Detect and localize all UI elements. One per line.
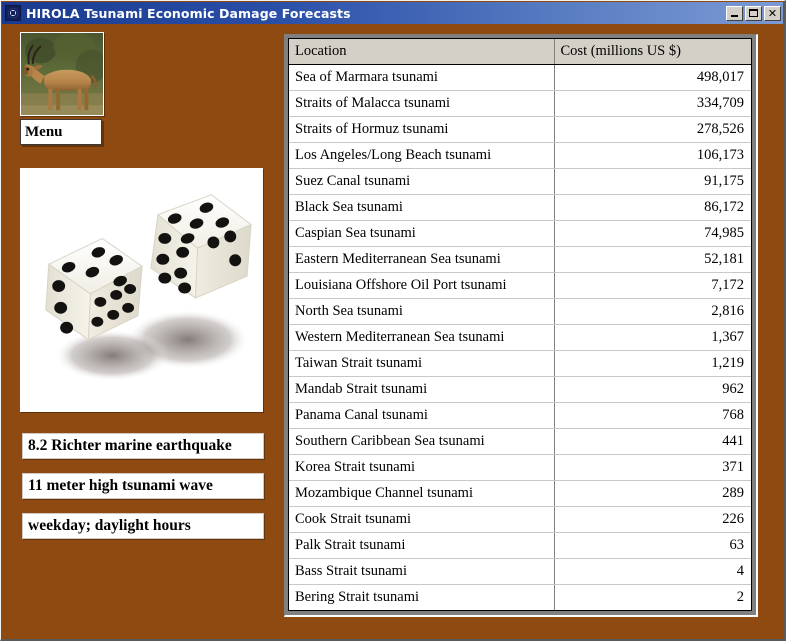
cell-cost: 226 <box>554 506 751 533</box>
cell-cost: 334,709 <box>554 90 751 117</box>
dice-photo <box>20 168 263 412</box>
cell-cost: 498,017 <box>554 64 751 91</box>
minimize-icon <box>731 14 738 17</box>
table-row[interactable]: Southern Caribbean Sea tsunami 441 <box>289 428 751 455</box>
cell-cost: 74,985 <box>554 220 751 247</box>
maximize-icon <box>749 9 758 17</box>
app-icon <box>5 5 21 21</box>
maximize-button[interactable] <box>745 5 762 21</box>
table-row[interactable]: Eastern Mediterranean Sea tsunami 52,181 <box>289 246 751 273</box>
table-row[interactable]: Los Angeles/Long Beach tsunami 106,173 <box>289 142 751 169</box>
table-row[interactable]: Korea Strait tsunami 371 <box>289 454 751 481</box>
cell-location: Black Sea tsunami <box>289 194 555 221</box>
table-row[interactable]: Suez Canal tsunami 91,175 <box>289 168 751 195</box>
antelope-photo-graphic <box>21 33 103 115</box>
results-table-container[interactable]: Location Cost (millions US $) Sea of Mar… <box>288 38 752 611</box>
table-row[interactable]: Louisiana Offshore Oil Port tsunami 7,172 <box>289 272 751 299</box>
cell-cost: 289 <box>554 480 751 507</box>
cell-location: Bass Strait tsunami <box>289 558 555 585</box>
scenario-field-wave[interactable]: 11 meter high tsunami wave <box>22 473 264 499</box>
cell-location: Los Angeles/Long Beach tsunami <box>289 142 555 169</box>
dice-photo-graphic <box>21 169 262 411</box>
minimize-button[interactable] <box>726 5 743 21</box>
cell-cost: 278,526 <box>554 116 751 143</box>
cell-location: Korea Strait tsunami <box>289 454 555 481</box>
close-button[interactable]: ✕ <box>764 5 781 21</box>
cell-location: Caspian Sea tsunami <box>289 220 555 247</box>
window-title: HIROLA Tsunami Economic Damage Forecasts <box>26 5 351 21</box>
table-row[interactable]: Mozambique Channel tsunami 289 <box>289 480 751 507</box>
cell-cost: 1,219 <box>554 350 751 377</box>
cell-location: Southern Caribbean Sea tsunami <box>289 428 555 455</box>
cell-location: Straits of Malacca tsunami <box>289 90 555 117</box>
cell-cost: 106,173 <box>554 142 751 169</box>
cell-location: Mozambique Channel tsunami <box>289 480 555 507</box>
cell-location: Palk Strait tsunami <box>289 532 555 559</box>
scenario-field-earthquake[interactable]: 8.2 Richter marine earthquake <box>22 433 264 459</box>
column-header-cost[interactable]: Cost (millions US $) <box>554 39 751 65</box>
cell-location: Eastern Mediterranean Sea tsunami <box>289 246 555 273</box>
forecast-table: Location Cost (millions US $) Sea of Mar… <box>289 39 751 610</box>
cell-location: Mandab Strait tsunami <box>289 376 555 403</box>
table-row[interactable]: Taiwan Strait tsunami 1,219 <box>289 350 751 377</box>
cell-cost: 86,172 <box>554 194 751 221</box>
table-row[interactable]: Palk Strait tsunami 63 <box>289 532 751 559</box>
table-row[interactable]: Cook Strait tsunami 226 <box>289 506 751 533</box>
table-body: Sea of Marmara tsunami 498,017 Straits of … <box>289 64 751 610</box>
table-row[interactable]: Straits of Malacca tsunami 334,709 <box>289 90 751 117</box>
cell-location: Louisiana Offshore Oil Port tsunami <box>289 272 555 299</box>
cell-cost: 441 <box>554 428 751 455</box>
window-controls: ✕ <box>726 5 781 21</box>
table-row[interactable]: Straits of Hormuz tsunami 278,526 <box>289 116 751 143</box>
table-row[interactable]: Bering Strait tsunami 2 <box>289 584 751 610</box>
cell-cost: 2 <box>554 584 751 610</box>
cell-cost: 962 <box>554 376 751 403</box>
title-bar[interactable]: HIROLA Tsunami Economic Damage Forecasts… <box>2 2 783 24</box>
cell-location: North Sea tsunami <box>289 298 555 325</box>
table-header-row: Location Cost (millions US $) <box>289 39 751 65</box>
cell-cost: 2,816 <box>554 298 751 325</box>
cell-cost: 63 <box>554 532 751 559</box>
table-row[interactable]: Panama Canal tsunami 768 <box>289 402 751 429</box>
table-row[interactable]: North Sea tsunami 2,816 <box>289 298 751 325</box>
cell-cost: 91,175 <box>554 168 751 195</box>
table-row[interactable]: Caspian Sea tsunami 74,985 <box>289 220 751 247</box>
antelope-photo <box>20 32 104 116</box>
menu-button[interactable]: Menu <box>20 119 102 145</box>
results-panel: Location Cost (millions US $) Sea of Mar… <box>284 34 758 617</box>
cell-location: Straits of Hormuz tsunami <box>289 116 555 143</box>
cell-cost: 7,172 <box>554 272 751 299</box>
application-window: HIROLA Tsunami Economic Damage Forecasts… <box>0 0 786 641</box>
close-icon: ✕ <box>767 6 778 20</box>
table-row[interactable]: Mandab Strait tsunami 962 <box>289 376 751 403</box>
cell-cost: 371 <box>554 454 751 481</box>
table-row[interactable]: Bass Strait tsunami 4 <box>289 558 751 585</box>
cell-location: Sea of Marmara tsunami <box>289 64 555 91</box>
cell-cost: 4 <box>554 558 751 585</box>
table-row[interactable]: Western Mediterranean Sea tsunami 1,367 <box>289 324 751 351</box>
cell-location: Panama Canal tsunami <box>289 402 555 429</box>
cell-location: Bering Strait tsunami <box>289 584 555 610</box>
cell-location: Taiwan Strait tsunami <box>289 350 555 377</box>
cell-location: Cook Strait tsunami <box>289 506 555 533</box>
sidebar: Menu 8.2 Richter marine earthquake 11 me… <box>20 32 264 539</box>
scenario-field-timing[interactable]: weekday; daylight hours <box>22 513 264 539</box>
cell-location: Western Mediterranean Sea tsunami <box>289 324 555 351</box>
cell-cost: 52,181 <box>554 246 751 273</box>
cell-cost: 1,367 <box>554 324 751 351</box>
cell-location: Suez Canal tsunami <box>289 168 555 195</box>
table-row[interactable]: Black Sea tsunami 86,172 <box>289 194 751 221</box>
table-row[interactable]: Sea of Marmara tsunami 498,017 <box>289 64 751 91</box>
column-header-location[interactable]: Location <box>289 39 555 65</box>
cell-cost: 768 <box>554 402 751 429</box>
